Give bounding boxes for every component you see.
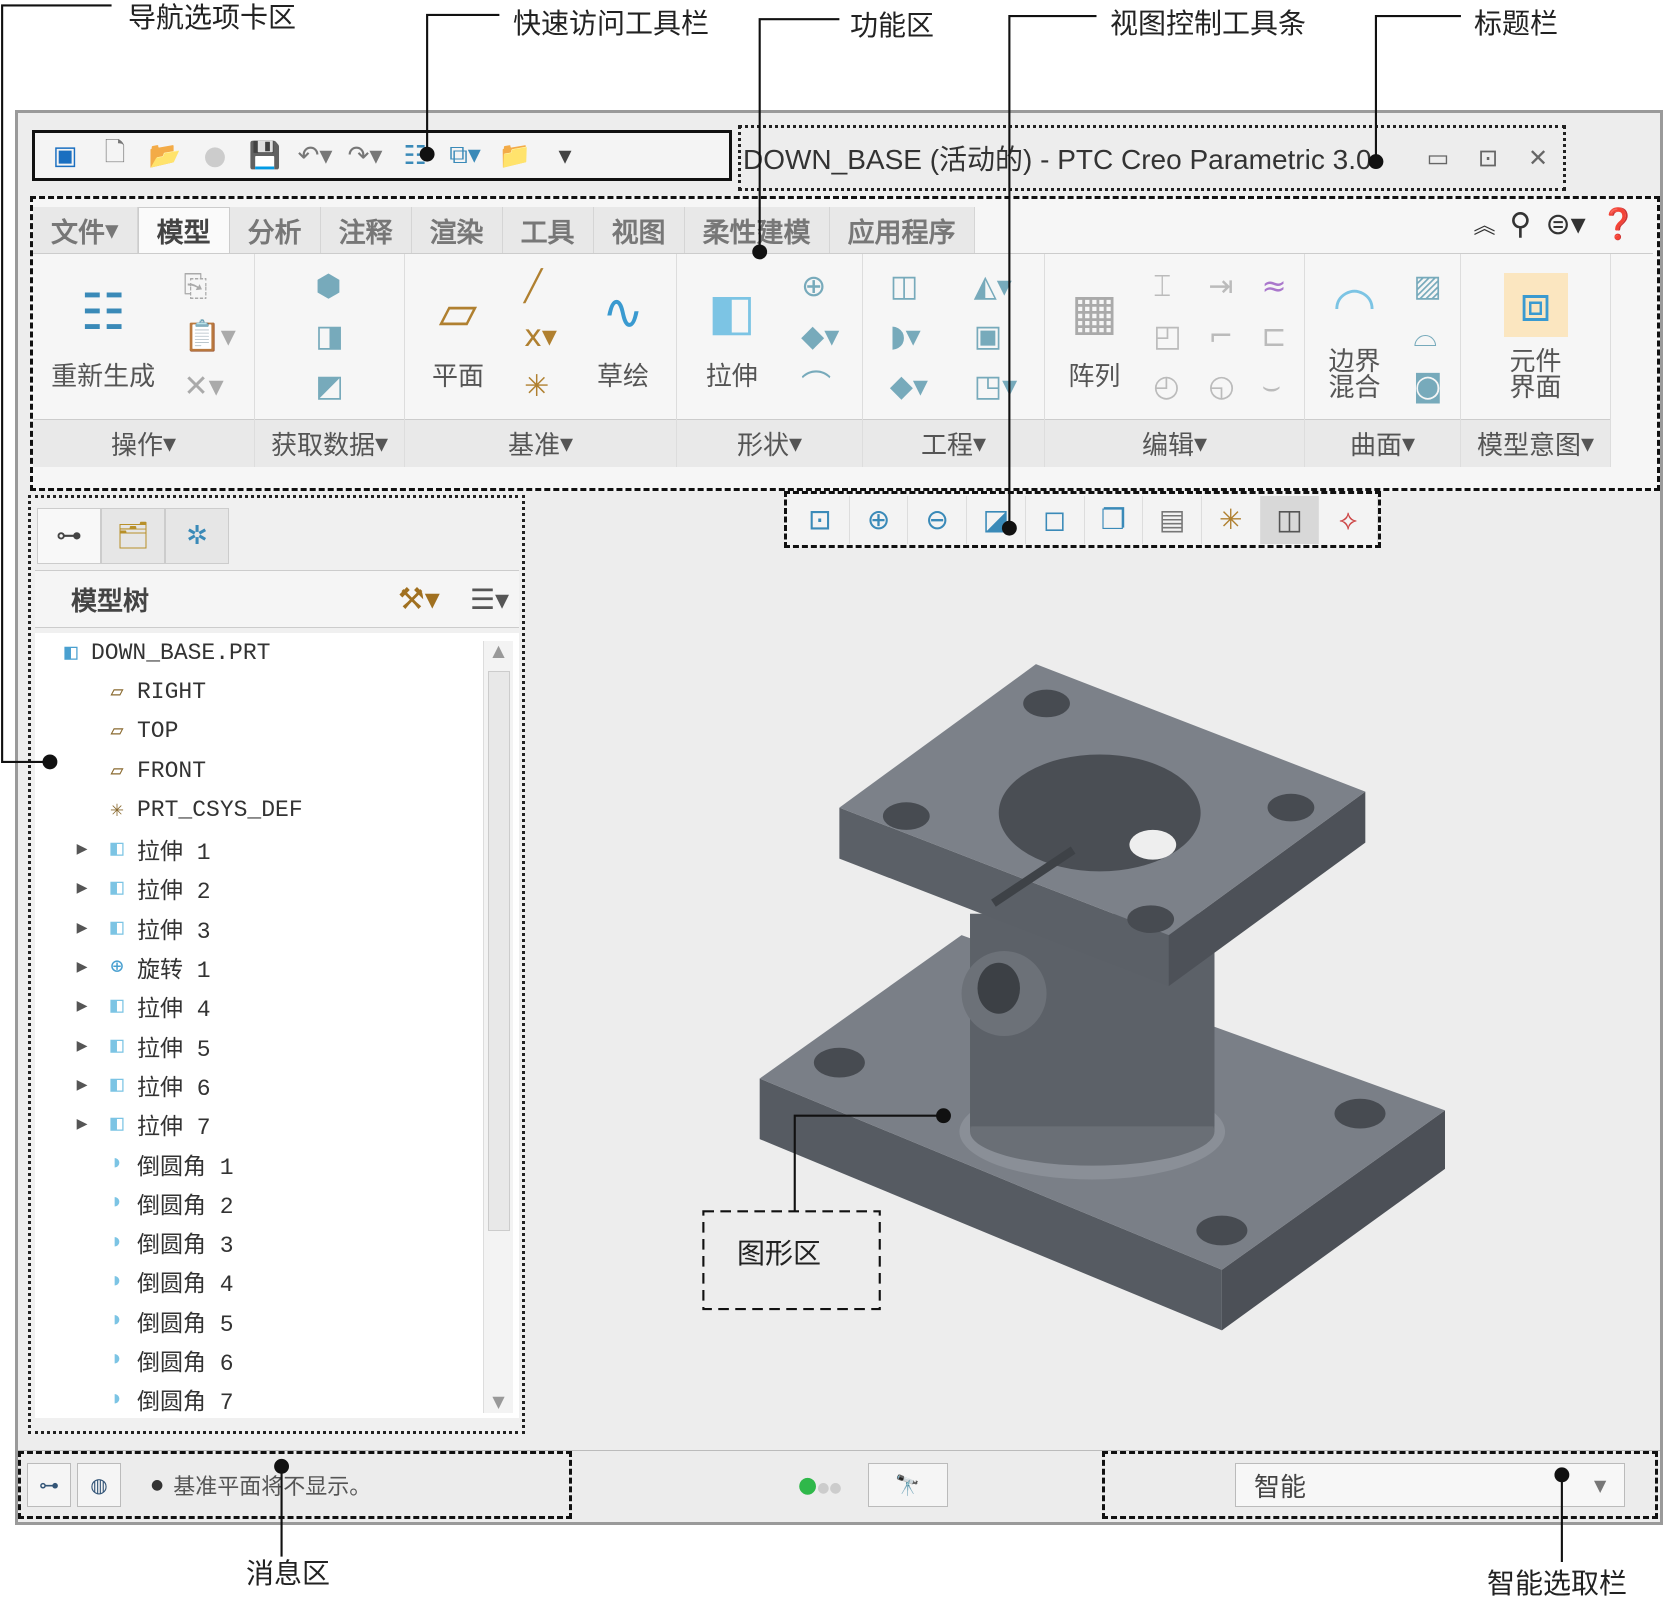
- callout-smart-filter: 智能选取栏: [1487, 1567, 1628, 1600]
- callout-ribbon: 功能区: [850, 9, 935, 42]
- callout-quick-access: 快速访问工具栏: [513, 7, 710, 40]
- callout-graphics: 图形区: [737, 1237, 822, 1270]
- callout-nav-tabs: 导航选项卡区: [128, 1, 297, 34]
- 3d-model[interactable]: [759, 664, 1445, 1331]
- overlay: [1, 4, 1570, 1562]
- callout-view-toolbar: 视图控制工具条: [1110, 7, 1307, 40]
- callout-message: 消息区: [246, 1557, 331, 1590]
- callout-title-bar: 标题栏: [1474, 7, 1559, 40]
